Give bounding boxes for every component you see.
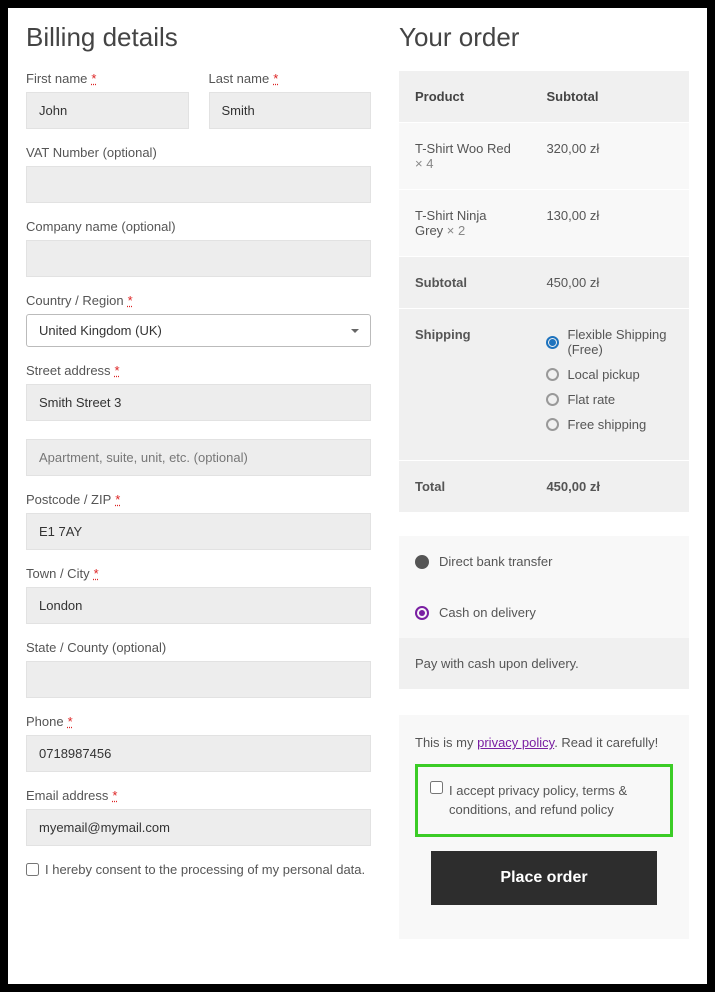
- postcode-label: Postcode / ZIP: [26, 492, 371, 507]
- last-name-label: Last name: [209, 71, 372, 86]
- billing-heading: Billing details: [26, 22, 371, 53]
- shipping-option[interactable]: Local pickup: [546, 367, 673, 382]
- last-name-input[interactable]: [209, 92, 372, 129]
- radio-icon: [415, 606, 429, 620]
- th-product: Product: [399, 71, 530, 123]
- table-row: T-Shirt Woo Red × 4 320,00 zł: [399, 123, 689, 190]
- accept-terms-label: I accept privacy policy, terms & conditi…: [449, 781, 658, 820]
- consent-checkbox[interactable]: [26, 863, 39, 876]
- phone-label: Phone: [26, 714, 371, 729]
- total-label: Total: [399, 461, 530, 513]
- radio-icon: [546, 418, 559, 431]
- radio-icon: [546, 368, 559, 381]
- postcode-input[interactable]: [26, 513, 371, 550]
- shipping-option[interactable]: Flexible Shipping (Free): [546, 327, 673, 357]
- country-select[interactable]: United Kingdom (UK): [26, 314, 371, 347]
- company-label: Company name (optional): [26, 219, 371, 234]
- company-input[interactable]: [26, 240, 371, 277]
- vat-label: VAT Number (optional): [26, 145, 371, 160]
- privacy-policy-link[interactable]: privacy policy: [477, 735, 554, 750]
- subtotal-label: Subtotal: [399, 257, 530, 309]
- email-label: Email address: [26, 788, 371, 803]
- place-order-button[interactable]: Place order: [431, 851, 657, 905]
- shipping-option[interactable]: Free shipping: [546, 417, 673, 432]
- first-name-input[interactable]: [26, 92, 189, 129]
- order-review-table: Product Subtotal T-Shirt Woo Red × 4 320…: [399, 71, 689, 512]
- first-name-label: First name: [26, 71, 189, 86]
- payment-methods: Direct bank transfer Cash on delivery Pa…: [399, 536, 689, 689]
- city-label: Town / City: [26, 566, 371, 581]
- street-label: Street address: [26, 363, 371, 378]
- state-input[interactable]: [26, 661, 371, 698]
- shipping-option[interactable]: Flat rate: [546, 392, 673, 407]
- radio-icon: [546, 393, 559, 406]
- th-subtotal: Subtotal: [530, 71, 689, 123]
- phone-input[interactable]: [26, 735, 371, 772]
- street-input-1[interactable]: [26, 384, 371, 421]
- street-input-2[interactable]: [26, 439, 371, 476]
- subtotal-value: 450,00 zł: [530, 257, 689, 309]
- payment-option[interactable]: Direct bank transfer: [399, 536, 689, 587]
- radio-icon: [415, 555, 429, 569]
- accept-terms-box: I accept privacy policy, terms & conditi…: [415, 764, 673, 837]
- total-value: 450,00 zł: [530, 461, 689, 513]
- vat-input[interactable]: [26, 166, 371, 203]
- state-label: State / County (optional): [26, 640, 371, 655]
- accept-terms-checkbox[interactable]: [430, 781, 443, 794]
- payment-option[interactable]: Cash on delivery: [399, 587, 689, 638]
- consent-label: I hereby consent to the processing of my…: [45, 862, 365, 877]
- radio-icon: [546, 336, 559, 349]
- shipping-label: Shipping: [399, 309, 530, 461]
- privacy-notice: This is my privacy policy. Read it caref…: [399, 715, 689, 939]
- city-input[interactable]: [26, 587, 371, 624]
- email-input[interactable]: [26, 809, 371, 846]
- table-row: T-Shirt Ninja Grey × 2 130,00 zł: [399, 190, 689, 257]
- your-order-heading: Your order: [399, 22, 689, 53]
- country-label: Country / Region: [26, 293, 371, 308]
- payment-description: Pay with cash upon delivery.: [399, 638, 689, 689]
